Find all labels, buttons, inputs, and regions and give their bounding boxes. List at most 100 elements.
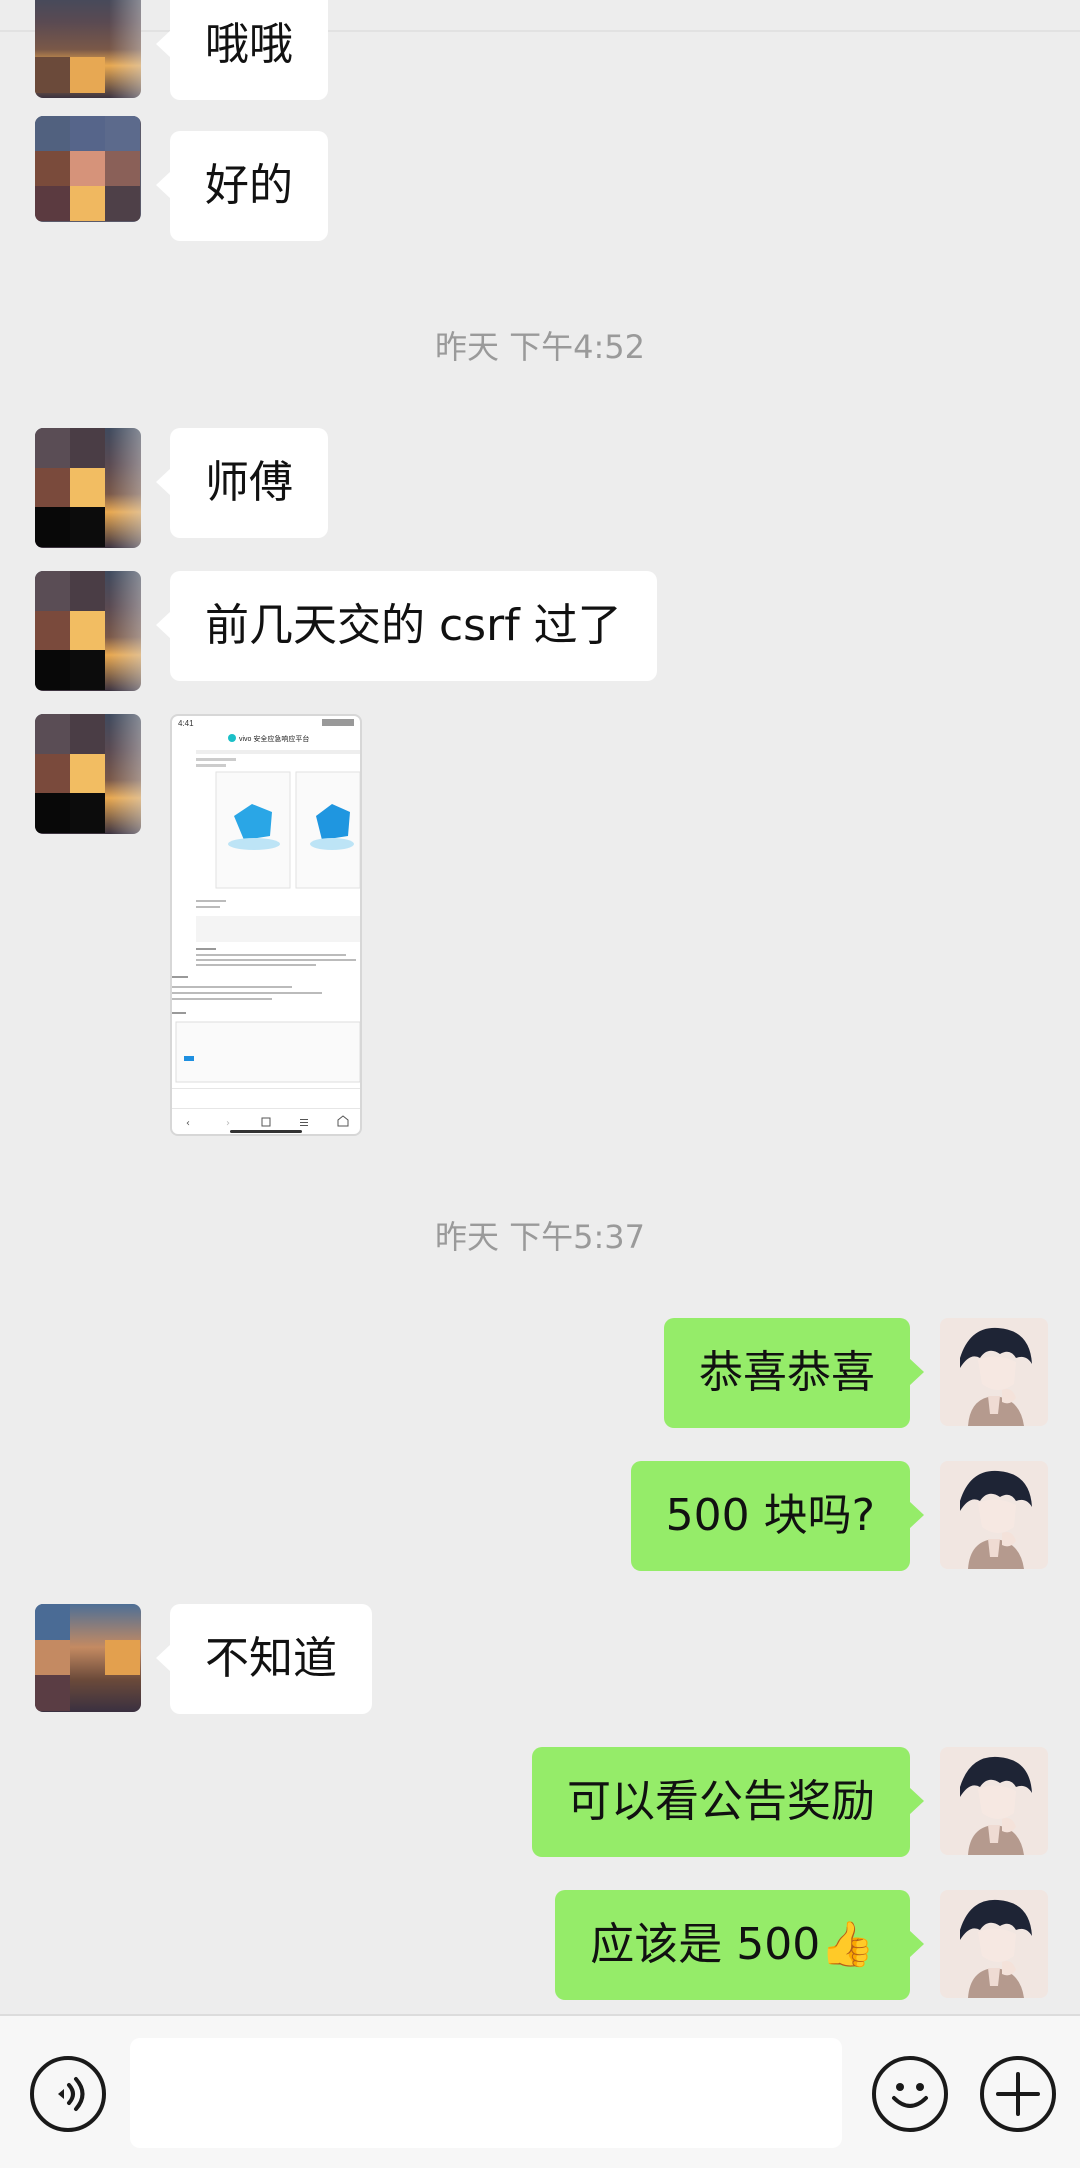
avatar-pixel	[69, 507, 105, 547]
message-text: 前几天交的 csrf 过了	[205, 600, 622, 651]
avatar-pixel	[35, 56, 70, 93]
voice-icon[interactable]	[30, 2056, 106, 2132]
anime-avatar-icon	[940, 1747, 1048, 1855]
thumb-line	[172, 992, 322, 994]
contact-avatar[interactable]	[35, 116, 141, 222]
my-avatar[interactable]	[940, 1747, 1048, 1855]
avatar-pixel	[69, 793, 105, 833]
thumb-line	[172, 1012, 186, 1014]
anime-avatar-icon	[940, 1318, 1048, 1426]
thumb-status-time: 4:41	[178, 719, 194, 728]
image-message[interactable]: 4:41 vivo 安全应急响应平台 ‹ ›	[170, 714, 362, 1136]
avatar-pixel	[69, 56, 105, 93]
thumbs-up-emoji: 👍	[820, 1919, 875, 1970]
message-bubble-outgoing[interactable]: 500 块吗?	[630, 1461, 925, 1571]
avatar-pixel	[69, 650, 105, 690]
avatar-pixel	[35, 650, 70, 690]
thumb-button	[184, 1056, 194, 1061]
avatar-pixel	[104, 150, 140, 186]
contact-avatar[interactable]	[35, 0, 141, 98]
anime-avatar-icon	[940, 1461, 1048, 1569]
thumb-status-icons	[322, 719, 354, 726]
avatar-pixel	[69, 610, 105, 651]
thumb-menu-icon	[300, 1119, 308, 1120]
timestamp: 昨天 下午4:52	[434, 328, 646, 366]
emoji-icon[interactable]	[872, 2056, 948, 2132]
thumb-line	[196, 900, 226, 902]
plus-sign	[996, 2072, 1040, 2116]
thumb-line	[196, 758, 236, 761]
message-bubble-outgoing[interactable]: 可以看公告奖励	[532, 1747, 924, 1857]
thumb-menu-icon	[300, 1125, 308, 1126]
timestamp: 昨天 下午5:37	[434, 1218, 646, 1256]
voice-waves	[58, 2077, 85, 2111]
avatar-pixel	[35, 1604, 70, 1640]
message-bubble-incoming[interactable]: 好的	[156, 131, 328, 241]
avatar-pixel	[104, 185, 140, 221]
message-text: 可以看公告奖励	[567, 1776, 875, 1827]
avatar-pixel	[104, 116, 140, 151]
my-avatar[interactable]	[940, 1461, 1048, 1569]
smiley-face	[892, 2083, 928, 2108]
thumb-line	[196, 764, 226, 767]
avatar-pixel	[69, 571, 105, 611]
thumb-line	[172, 1088, 360, 1089]
avatar-pixel	[35, 150, 70, 186]
avatar-pixel	[35, 428, 70, 468]
message-bubble-incoming[interactable]: 师傅	[156, 428, 328, 538]
screenshot-thumbnail: 4:41 vivo 安全应急响应平台 ‹ ›	[172, 719, 360, 1133]
message-text: 500 块吗?	[665, 1490, 875, 1541]
thumb-line	[196, 959, 356, 961]
message-bubble-incoming[interactable]: 前几天交的 csrf 过了	[156, 571, 657, 681]
thumb-home-indicator	[230, 1130, 302, 1133]
avatar-pixel	[35, 116, 70, 151]
anime-avatar-icon	[940, 1890, 1048, 1998]
thumb-block	[196, 916, 360, 942]
thumb-line	[196, 948, 216, 950]
message-bubble-incoming[interactable]: 不知道	[156, 1604, 372, 1714]
thumb-back-icon: ‹	[186, 1118, 190, 1129]
thumb-tabs-icon	[261, 1117, 271, 1127]
thumb-menu-icon	[300, 1122, 308, 1123]
avatar-pixel	[35, 1675, 70, 1711]
input-bar	[0, 2014, 1080, 2168]
avatar-pixel	[69, 116, 105, 151]
message-text: 不知道	[205, 1633, 337, 1684]
thumb-line	[172, 998, 272, 1000]
my-avatar[interactable]	[940, 1318, 1048, 1426]
message-text: 恭喜恭喜	[699, 1347, 875, 1398]
thumb-line	[196, 906, 220, 908]
thumb-home-icon	[337, 1115, 349, 1127]
contact-avatar[interactable]	[35, 714, 141, 834]
avatar-pixel	[69, 428, 105, 468]
thumb-line	[196, 954, 346, 956]
thumb-illustration	[310, 838, 354, 850]
avatar-pixel	[69, 150, 105, 186]
thumb-line	[172, 986, 292, 988]
avatar-pixel	[35, 571, 70, 611]
message-text: 好的	[205, 160, 293, 211]
thumb-illustration	[228, 838, 280, 850]
message-bubble-incoming[interactable]: 哦哦	[156, 0, 328, 100]
avatar-pixel	[104, 1639, 140, 1676]
avatar-pixel	[35, 793, 70, 833]
chat-screen: 哦哦 好的 昨天 下午4:52 师傅 前几天交的 csrf 过了 4:41 vi…	[0, 0, 1080, 2168]
thumb-line	[172, 976, 188, 978]
message-bubble-outgoing[interactable]: 恭喜恭喜	[664, 1318, 924, 1428]
message-bubble-outgoing[interactable]: 应该是 500👍	[555, 1890, 924, 2000]
message-input[interactable]	[130, 2038, 842, 2148]
thumb-line	[196, 750, 360, 754]
avatar-pixel	[35, 467, 70, 508]
avatar-pixel	[69, 753, 105, 794]
thumb-logo	[228, 734, 236, 742]
message-text: 师傅	[205, 457, 293, 508]
avatar-pixel	[35, 1639, 70, 1676]
avatar-pixel	[35, 185, 70, 221]
contact-avatar[interactable]	[35, 428, 141, 548]
my-avatar[interactable]	[940, 1890, 1048, 1998]
plus-icon[interactable]	[980, 2056, 1056, 2132]
message-text: 应该是 500	[590, 1919, 821, 1970]
thumb-forward-icon: ›	[226, 1118, 230, 1129]
contact-avatar[interactable]	[35, 571, 141, 691]
contact-avatar[interactable]	[35, 1604, 141, 1712]
